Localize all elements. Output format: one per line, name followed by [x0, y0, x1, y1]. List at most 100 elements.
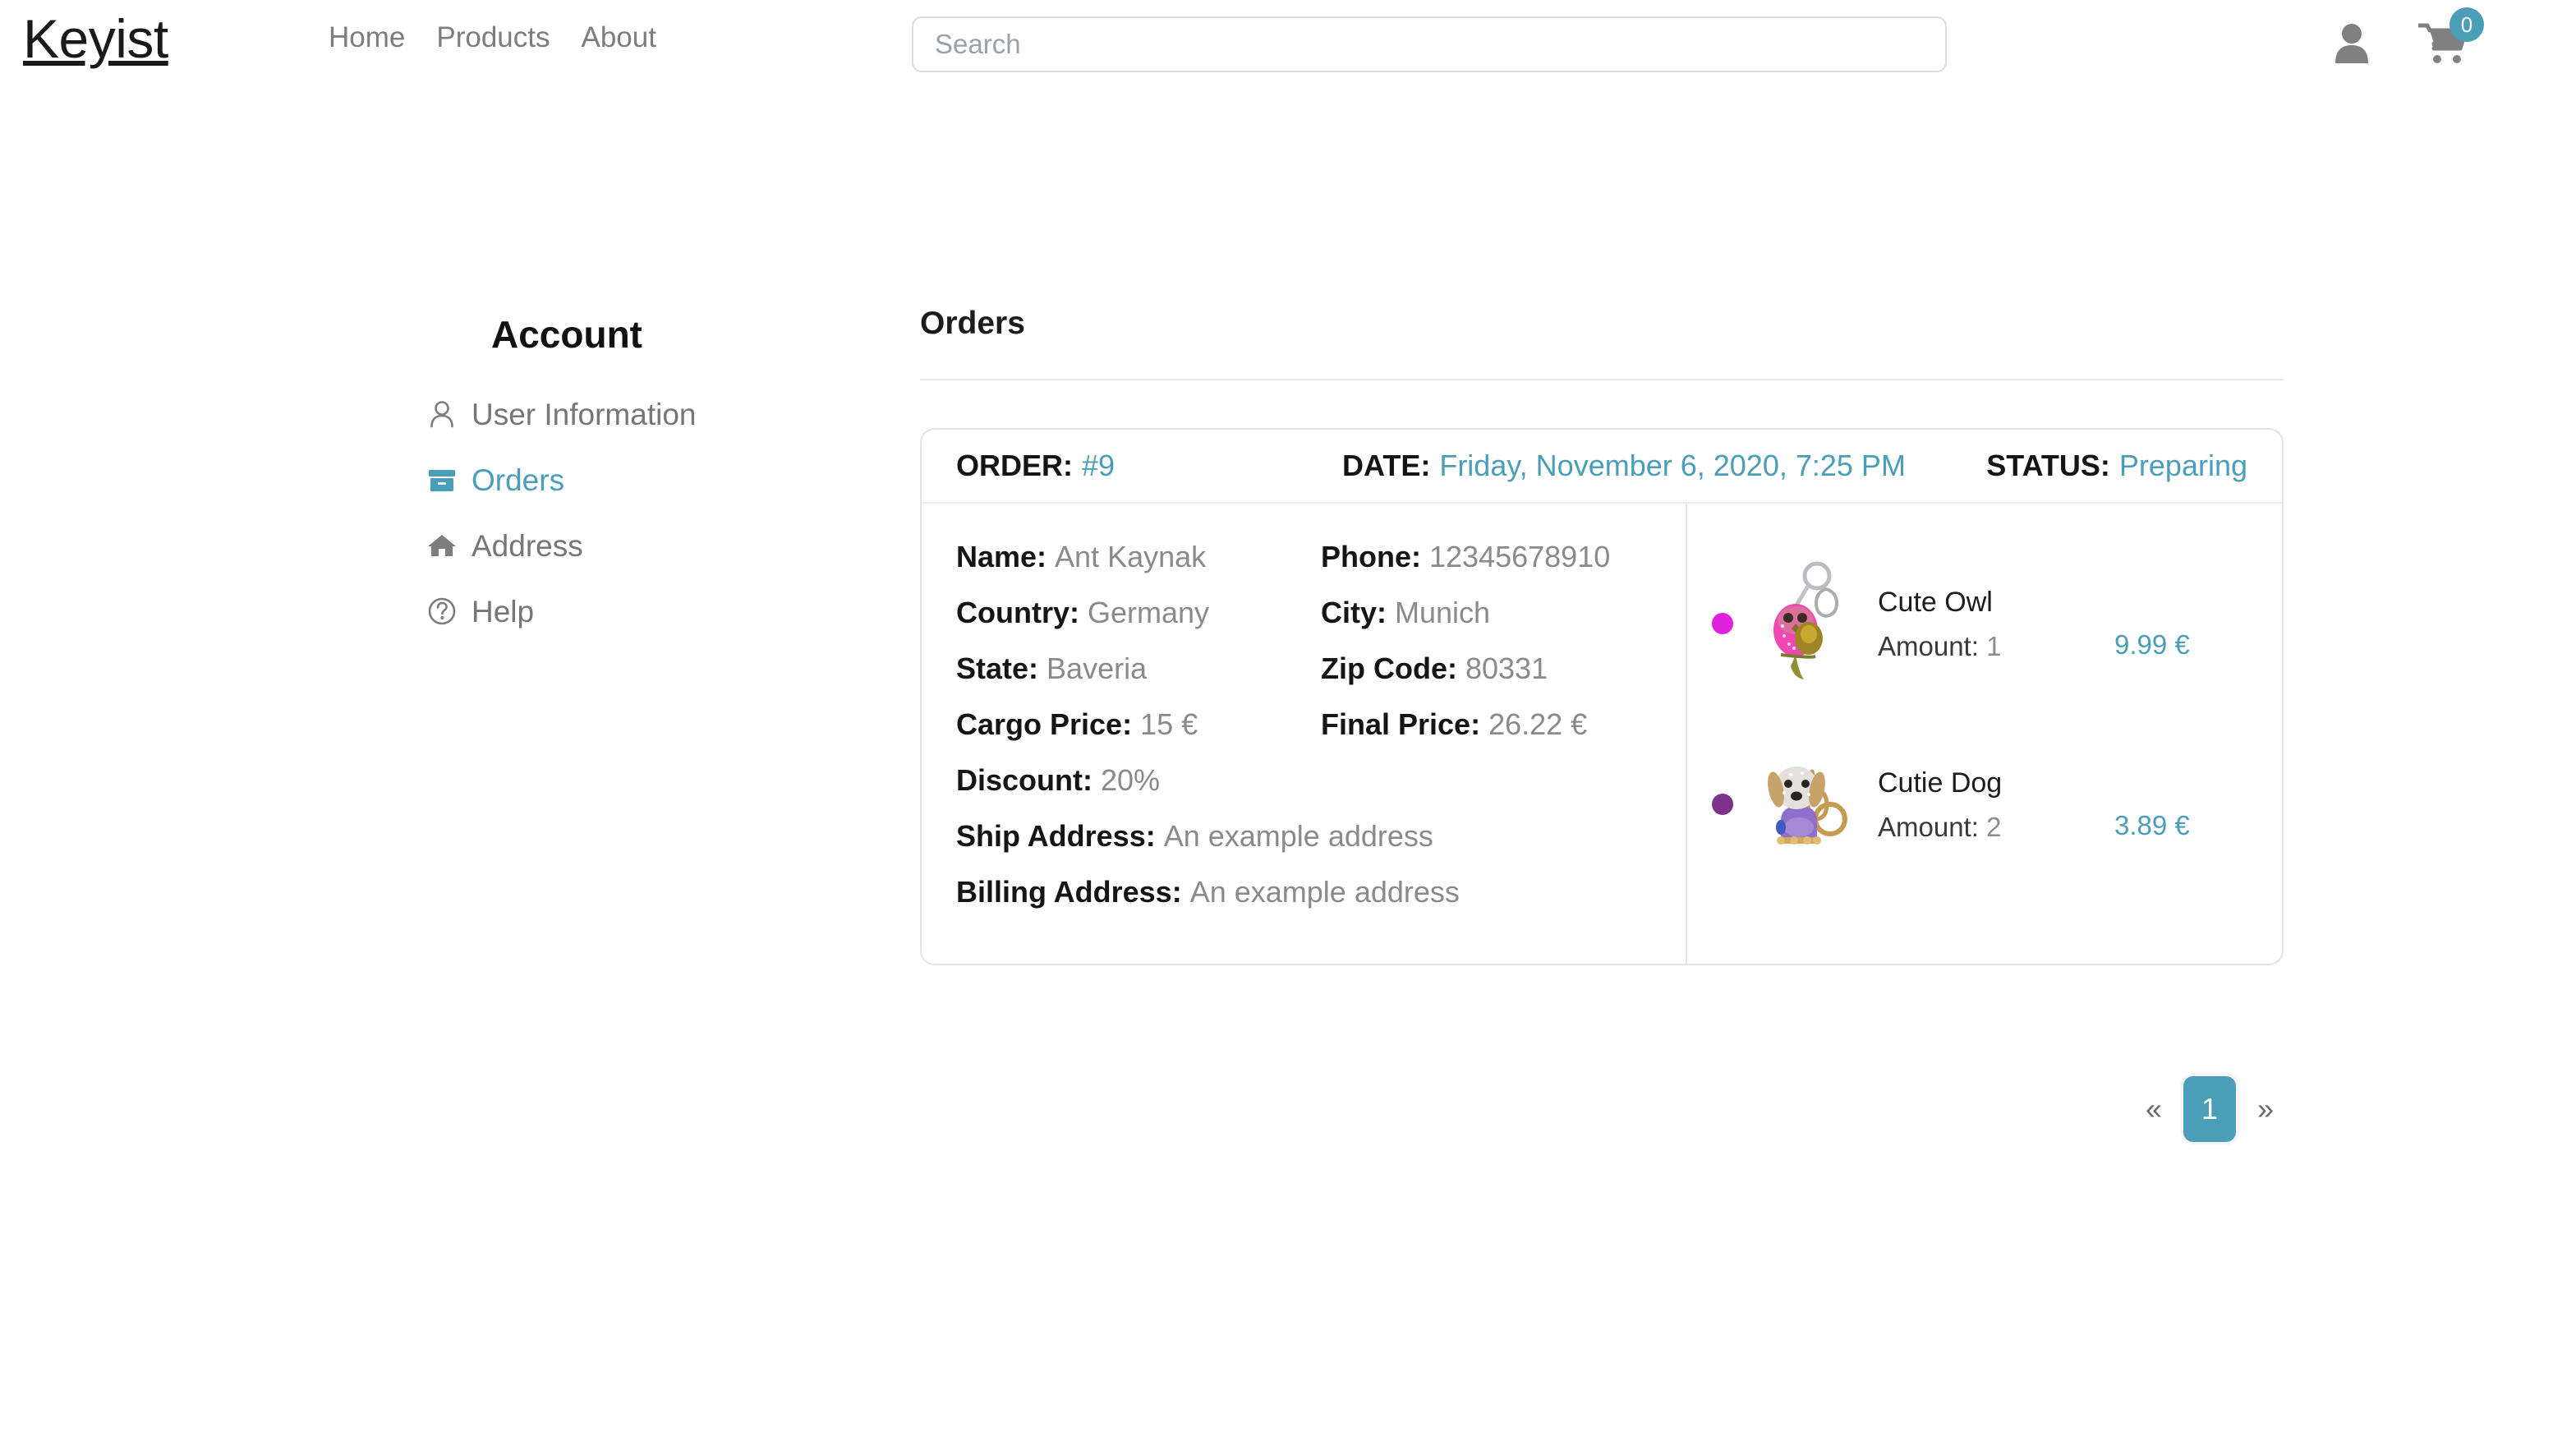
detail-key: City:	[1321, 596, 1387, 630]
detail-name: Name: Ant Kaynak	[956, 540, 1321, 574]
nav-link-products[interactable]: Products	[436, 23, 550, 52]
status-badge: Preparing	[2119, 451, 2247, 481]
order-card-header: ORDER: #9 DATE: Friday, November 6, 2020…	[922, 430, 2282, 504]
pagination: « 1 »	[920, 1076, 2284, 1142]
product-name: Cutie Dog	[1878, 769, 2108, 797]
detail-value: 26.22 €	[1488, 707, 1587, 742]
detail-key: Ship Address:	[956, 819, 1156, 854]
detail-key: Cargo Price:	[956, 707, 1132, 742]
sidebar-item-label: Address	[472, 531, 583, 561]
account-button[interactable]	[2333, 22, 2371, 63]
nav-link-home[interactable]: Home	[329, 23, 405, 52]
detail-row: Name: Ant Kaynak Phone: 12345678910	[956, 540, 1686, 596]
site-header: Keyist Home Products About	[0, 0, 2576, 92]
primary-nav: Home Products About	[329, 23, 656, 52]
detail-zip-code: Zip Code: 80331	[1321, 651, 1686, 686]
order-products: Cute Owl Amount: 1 9.99 €	[1686, 504, 2282, 964]
detail-row: Country: Germany City: Munich	[956, 596, 1686, 651]
detail-discount: Discount: 20%	[956, 763, 1341, 798]
detail-key: State:	[956, 651, 1038, 686]
page-body: Account User Information Orders	[0, 92, 2576, 1441]
sidebar-item-label: Help	[472, 596, 534, 627]
owl-keychain-thumbnail	[1758, 558, 1850, 689]
sidebar-item-address[interactable]: Address	[427, 527, 805, 564]
detail-key: Name:	[956, 540, 1046, 574]
search-input[interactable]	[912, 16, 1947, 72]
sidebar-item-user-information[interactable]: User Information	[427, 396, 805, 432]
detail-phone: Phone: 12345678910	[1321, 540, 1686, 574]
home-icon	[427, 531, 457, 560]
product-price: 3.89 €	[2114, 771, 2190, 839]
detail-billing-address: Billing Address: An example address	[956, 875, 1686, 909]
product-info: Cutie Dog Amount: 2	[1878, 769, 2108, 840]
detail-value: 20%	[1101, 763, 1160, 798]
product-item-cutie-dog[interactable]: Cutie Dog Amount: 2 3.89 €	[1687, 714, 2282, 895]
order-card: ORDER: #9 DATE: Friday, November 6, 2020…	[920, 428, 2284, 965]
detail-country: Country: Germany	[956, 596, 1321, 630]
product-item-cute-owl[interactable]: Cute Owl Amount: 1 9.99 €	[1687, 533, 2282, 714]
brand-logo[interactable]: Keyist	[23, 12, 168, 66]
nav-link-about[interactable]: About	[582, 23, 656, 52]
pagination-next-button[interactable]: »	[2247, 1083, 2284, 1135]
dog-keychain-thumbnail	[1758, 739, 1850, 870]
cart-icon	[2418, 54, 2469, 67]
detail-row: Cargo Price: 15 € Final Price: 26.22 €	[956, 707, 1686, 763]
product-info: Cute Owl Amount: 1	[1878, 588, 2108, 660]
sidebar-item-label: Orders	[472, 465, 564, 495]
sidebar-title: Account	[491, 315, 805, 353]
orders-panel: Orders ORDER: #9 DATE: Friday, November …	[920, 307, 2284, 965]
user-icon	[2333, 53, 2371, 66]
title-divider	[920, 379, 2284, 380]
order-id-label: ORDER:	[956, 451, 1073, 481]
page-title: Orders	[920, 307, 2284, 339]
archive-box-icon	[427, 465, 457, 495]
product-color-swatch	[1712, 794, 1733, 815]
pagination-prev-button[interactable]: «	[2136, 1083, 2172, 1135]
detail-value: An example address	[1190, 875, 1460, 909]
order-details: Name: Ant Kaynak Phone: 12345678910 Coun…	[922, 504, 1686, 964]
detail-value: 15 €	[1140, 707, 1198, 742]
detail-state: State: Baveria	[956, 651, 1321, 686]
detail-value: Germany	[1088, 596, 1209, 630]
user-outline-icon	[427, 399, 457, 429]
detail-final-price: Final Price: 26.22 €	[1321, 707, 1686, 742]
order-date-cell: DATE: Friday, November 6, 2020, 7:25 PM	[1342, 451, 1986, 481]
cart-button[interactable]: 0	[2418, 21, 2469, 64]
detail-value: 80331	[1465, 651, 1548, 686]
product-amount-value: 2	[1986, 812, 2001, 842]
order-date-value: Friday, November 6, 2020, 7:25 PM	[1439, 451, 1906, 481]
detail-ship-address: Ship Address: An example address	[956, 819, 1686, 854]
detail-row: Billing Address: An example address	[956, 875, 1686, 931]
product-amount-label: Amount:	[1878, 631, 1979, 661]
order-status-label: STATUS:	[1986, 451, 2110, 481]
detail-cargo-price: Cargo Price: 15 €	[956, 707, 1321, 742]
detail-row: State: Baveria Zip Code: 80331	[956, 651, 1686, 707]
order-status-cell: STATUS: Preparing	[1986, 451, 2247, 481]
detail-key: Discount:	[956, 763, 1092, 798]
detail-key: Final Price:	[1321, 707, 1480, 742]
sidebar-item-orders[interactable]: Orders	[427, 462, 805, 498]
sidebar-item-help[interactable]: Help	[427, 593, 805, 629]
detail-value: Munich	[1395, 596, 1490, 630]
detail-row: Discount: 20%	[956, 763, 1686, 819]
order-date-label: DATE:	[1342, 451, 1430, 481]
header-actions: 0	[2333, 21, 2469, 64]
product-amount-label: Amount:	[1878, 812, 1979, 842]
product-name: Cute Owl	[1878, 588, 2108, 616]
product-price: 9.99 €	[2114, 590, 2190, 658]
product-amount: Amount: 2	[1878, 813, 2108, 840]
detail-key: Phone:	[1321, 540, 1421, 574]
product-amount-value: 1	[1986, 631, 2001, 661]
detail-value: An example address	[1164, 819, 1433, 854]
order-card-body: Name: Ant Kaynak Phone: 12345678910 Coun…	[922, 504, 2282, 964]
detail-row: Ship Address: An example address	[956, 819, 1686, 875]
question-circle-icon	[427, 596, 457, 626]
account-sidebar: Account User Information Orders	[427, 315, 805, 659]
detail-key: Billing Address:	[956, 875, 1182, 909]
detail-key: Zip Code:	[1321, 651, 1457, 686]
order-id-value[interactable]: #9	[1082, 451, 1115, 481]
detail-key: Country:	[956, 596, 1079, 630]
cart-count-badge: 0	[2450, 7, 2484, 42]
search-container	[912, 16, 1947, 72]
pagination-page-1[interactable]: 1	[2183, 1076, 2236, 1142]
